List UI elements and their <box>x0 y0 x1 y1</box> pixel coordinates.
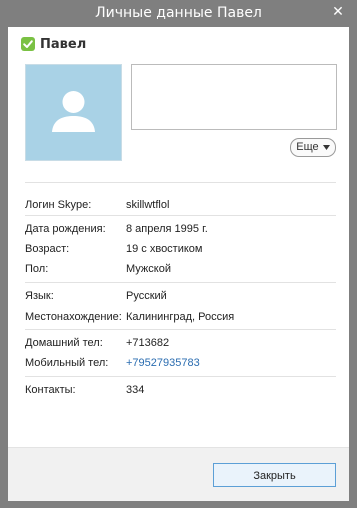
chevron-down-icon <box>322 144 330 150</box>
home-phone-value: +713682 <box>126 337 170 349</box>
section-divider <box>25 215 336 216</box>
birth-date-label: Дата рождения: <box>25 223 106 235</box>
section-divider <box>25 329 336 330</box>
skype-login-row: Логин Skype: skillwtflol <box>25 199 345 213</box>
avatar[interactable] <box>25 64 122 161</box>
age-row: Возраст: 19 с хвостиком <box>25 243 345 257</box>
more-button[interactable]: Еще <box>290 138 336 157</box>
profile-content: Павел Еще Логин Skype: skillwtflol Дата … <box>8 27 349 501</box>
language-value: Русский <box>126 290 167 302</box>
dialog-footer: Закрыть <box>8 447 349 501</box>
contacts-value: 334 <box>126 384 145 396</box>
location-value: Калининград, Россия <box>126 311 235 323</box>
title-bar[interactable]: Личные данные Павел ✕ <box>0 0 357 27</box>
close-window-button[interactable]: ✕ <box>327 2 349 20</box>
window-title: Личные данные Павел <box>95 5 262 21</box>
home-phone-row: Домашний тел: +713682 <box>25 337 345 351</box>
gender-value: Мужской <box>126 263 171 275</box>
profile-name: Павел <box>40 37 87 52</box>
mobile-phone-label: Мобильный тел: <box>25 357 109 369</box>
birth-date-value: 8 апреля 1995 г. <box>126 223 208 235</box>
birth-date-row: Дата рождения: 8 апреля 1995 г. <box>25 223 345 237</box>
gender-row: Пол: Мужской <box>25 263 345 277</box>
profile-window: Личные данные Павел ✕ Павел Еще Логин Sk… <box>0 0 357 508</box>
contacts-label: Контакты: <box>25 384 76 396</box>
location-label: Местонахождение: <box>25 311 122 323</box>
close-icon: ✕ <box>332 3 344 19</box>
language-label: Язык: <box>25 290 54 302</box>
mood-message-field[interactable] <box>131 64 337 130</box>
section-divider <box>25 182 336 183</box>
age-value: 19 с хвостиком <box>126 243 203 255</box>
home-phone-label: Домашний тел: <box>25 337 103 349</box>
section-divider <box>25 376 336 377</box>
language-row: Язык: Русский <box>25 290 345 304</box>
contacts-row: Контакты: 334 <box>25 384 345 398</box>
more-button-label: Еще <box>296 141 319 153</box>
person-silhouette-icon <box>52 91 95 132</box>
mobile-phone-link[interactable]: +79527935783 <box>126 357 200 369</box>
window-frame-bottom <box>0 500 357 508</box>
close-button[interactable]: Закрыть <box>213 463 336 487</box>
mobile-phone-row: Мобильный тел: +79527935783 <box>25 357 345 371</box>
window-frame-right <box>349 27 357 508</box>
section-divider <box>25 282 336 283</box>
window-frame-left <box>0 27 8 508</box>
online-check-icon <box>21 37 35 51</box>
age-label: Возраст: <box>25 243 70 255</box>
location-row: Местонахождение: Калининград, Россия <box>25 311 345 325</box>
skype-login-value: skillwtflol <box>126 199 170 211</box>
gender-label: Пол: <box>25 263 49 275</box>
skype-login-label: Логин Skype: <box>25 199 92 211</box>
